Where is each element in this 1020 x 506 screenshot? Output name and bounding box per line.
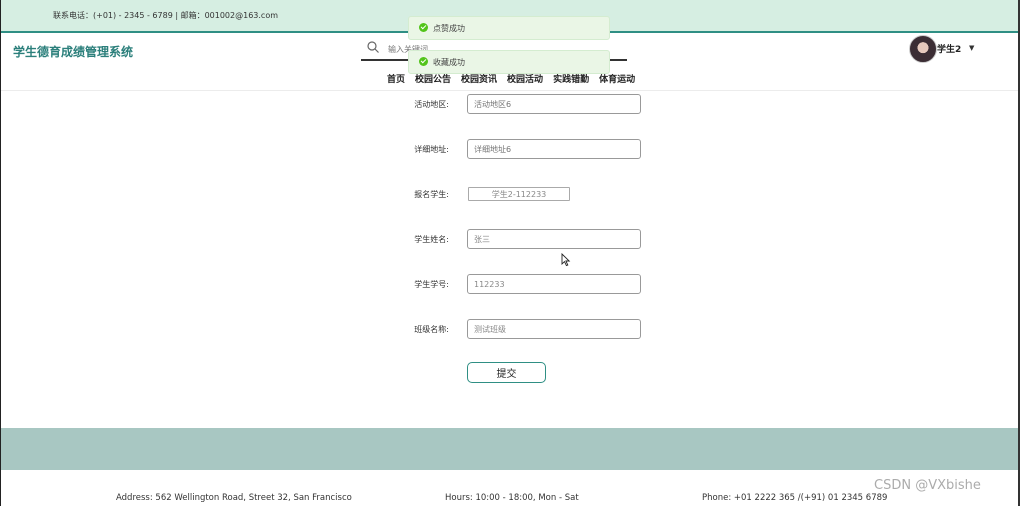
student-number-input[interactable] (467, 274, 641, 294)
footer-address: Address: 562 Wellington Road, Street 32,… (116, 493, 352, 503)
search-icon[interactable] (366, 40, 380, 54)
field-label: 学生姓名: (414, 235, 449, 244)
signup-student-input[interactable] (468, 187, 570, 201)
toast-message: 点赞成功 (433, 24, 465, 33)
field-label: 报名学生: (414, 190, 449, 199)
main-nav: 首页 校园公告 校园资讯 校园活动 实践错勤 体育运动 (387, 72, 645, 86)
nav-item-sports[interactable]: 体育运动 (599, 72, 635, 86)
footer-phone: Phone: +01 2222 365 /(+91) 01 2345 6789 (702, 493, 888, 503)
field-label: 活动地区: (414, 100, 449, 109)
detail-address-input[interactable] (467, 139, 641, 159)
nav-item-announcements[interactable]: 校园公告 (415, 72, 451, 86)
form-row-address: 详细地址: (0, 139, 1017, 161)
check-circle-icon (419, 23, 428, 32)
form-row-student: 报名学生: (0, 184, 1017, 206)
nav-item-news[interactable]: 校园资讯 (461, 72, 497, 86)
nav-item-activities[interactable]: 校园活动 (507, 72, 543, 86)
form-row-number: 学生学号: (0, 274, 1017, 296)
student-name-input[interactable] (467, 229, 641, 249)
nav-item-home[interactable]: 首页 (387, 72, 405, 86)
watermark: CSDN @VXbishe (874, 478, 981, 493)
user-name[interactable]: 学生2 (937, 42, 961, 55)
site-title[interactable]: 学生德育成绩管理系统 (13, 43, 133, 60)
toast-like-success: 点赞成功 (408, 16, 610, 40)
submit-button[interactable]: 提交 (467, 362, 546, 383)
nav-item-practice[interactable]: 实践错勤 (553, 72, 589, 86)
field-label: 班级名称: (414, 325, 449, 334)
footer-hours: Hours: 10:00 - 18:00, Mon - Sat (445, 493, 579, 503)
footer-band (1, 428, 1018, 470)
toast-message: 收藏成功 (433, 58, 465, 67)
class-name-input[interactable] (467, 319, 641, 339)
toast-favorite-success: 收藏成功 (408, 50, 610, 74)
form-row-class: 班级名称: (0, 319, 1017, 341)
contact-info: 联系电话：(+01) - 2345 - 6789 | 邮箱：001002@163… (53, 11, 279, 20)
form-row-area: 活动地区: (0, 94, 1017, 116)
field-label: 学生学号: (414, 280, 449, 289)
caret-down-icon[interactable]: ▼ (969, 44, 974, 52)
check-circle-icon (419, 57, 428, 66)
activity-area-input[interactable] (467, 94, 641, 114)
mouse-cursor-icon (561, 253, 571, 267)
field-label: 详细地址: (414, 145, 449, 154)
form-row-name: 学生姓名: (0, 229, 1017, 251)
site-footer: Address: 562 Wellington Road, Street 32,… (1, 470, 1018, 506)
avatar[interactable] (909, 35, 937, 63)
